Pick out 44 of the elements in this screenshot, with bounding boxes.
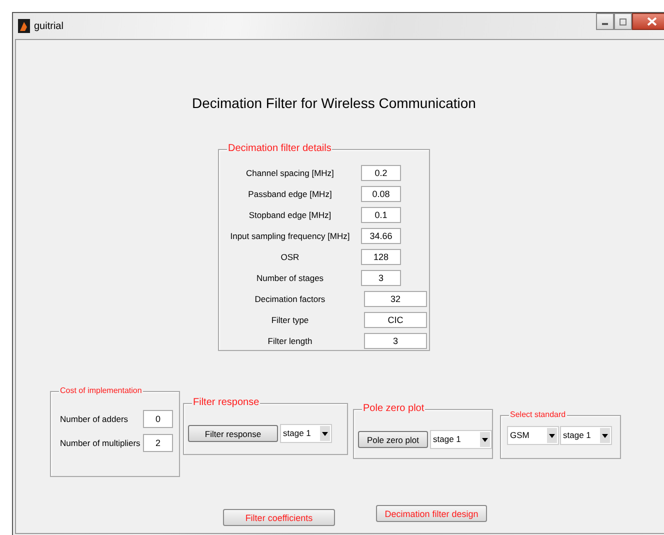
dropdown[interactable]: GSM [507, 426, 559, 445]
dropdown-arrow-icon [549, 434, 555, 438]
panel-title: Filter response [192, 397, 260, 409]
input-field[interactable]: CIC [364, 312, 427, 328]
window-title: guitrial [34, 20, 64, 32]
input-field[interactable]: 0.1 [361, 207, 401, 223]
field-label: Passband edge [MHz] [247, 189, 333, 199]
field-label: Filter type [270, 315, 310, 325]
panel-title: Select standard [509, 410, 567, 420]
input-field[interactable]: 0 [143, 410, 173, 428]
dropdown[interactable]: stage 1 [560, 426, 612, 445]
input-field[interactable]: 3 [364, 333, 427, 349]
maximize-icon [619, 18, 627, 26]
field-label: Stopband edge [MHz] [248, 210, 332, 220]
input-field[interactable]: 34.66 [361, 228, 401, 244]
input-field[interactable]: 3 [361, 270, 401, 286]
app-icon [18, 19, 30, 33]
stage-dropdown[interactable]: stage 1 [280, 424, 332, 443]
input-field[interactable]: 32 [364, 291, 427, 307]
filter-response-button[interactable]: Filter response [188, 425, 278, 442]
minimize-button[interactable] [596, 13, 614, 30]
field-label: Number of stages [255, 273, 325, 283]
dropdown-arrow-icon [322, 432, 328, 436]
input-field[interactable]: 128 [361, 249, 401, 265]
input-field[interactable]: 2 [143, 434, 173, 452]
input-field[interactable]: 0.2 [361, 165, 401, 181]
pole-zero-button[interactable]: Pole zero plot [358, 431, 428, 448]
field-label: Filter length [266, 336, 314, 346]
dropdown-arrow-icon [482, 438, 488, 442]
panel-title: Pole zero plot [362, 403, 426, 415]
stage-dropdown[interactable]: stage 1 [430, 430, 492, 449]
close-icon [647, 17, 657, 26]
field-label: OSR [280, 252, 300, 262]
input-field[interactable]: 0.08 [361, 186, 401, 202]
close-button[interactable] [632, 13, 664, 30]
field-label: Number of multipliers [60, 438, 138, 448]
field-label: Decimation factors [254, 294, 326, 304]
panel-title: Cost of implementation [59, 386, 143, 396]
field-label: Input sampling frequency [MHz] [229, 231, 351, 241]
dropdown-arrow-icon [602, 434, 608, 438]
page-heading: Decimation Filter for Wireless Communication [192, 95, 476, 111]
field-label: Number of adders [60, 414, 130, 424]
maximize-button[interactable] [614, 13, 632, 30]
field-label: Channel spacing [MHz] [245, 168, 335, 178]
